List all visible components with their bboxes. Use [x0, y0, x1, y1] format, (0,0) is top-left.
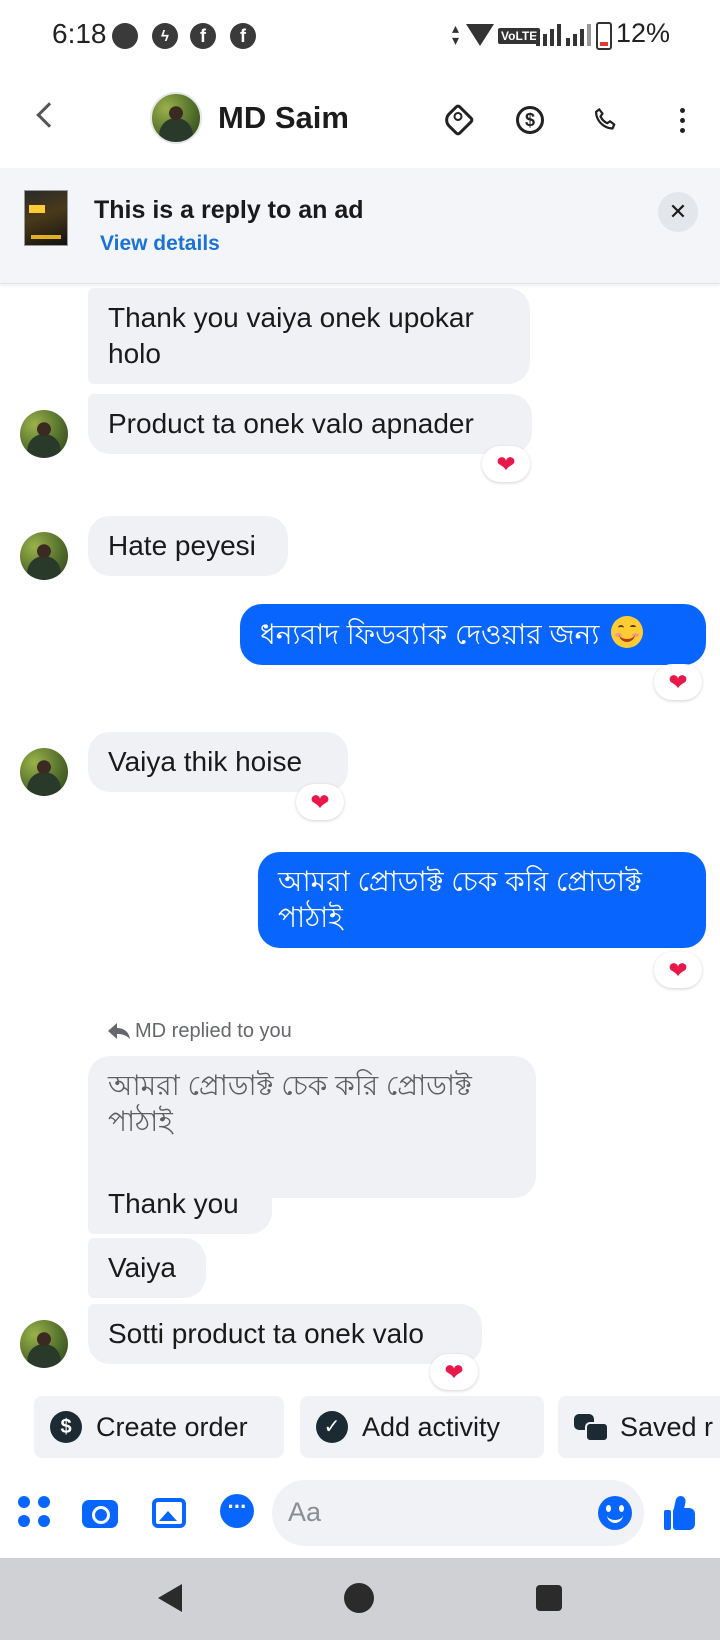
message-text: আমরা প্রোডাক্ট চেক করি প্রোডাক্ট পাঠাই: [278, 866, 642, 933]
message-bubble-incoming[interactable]: Vaiya thik hoise: [88, 732, 348, 792]
nav-home-icon[interactable]: [344, 1583, 374, 1613]
avatar[interactable]: [150, 92, 202, 144]
chip-label: Add activity: [362, 1411, 501, 1442]
gallery-icon[interactable]: [152, 1498, 186, 1528]
contact-name[interactable]: MD Saim: [218, 100, 349, 136]
reply-arrow-icon: [108, 1023, 130, 1039]
dot-icon: [112, 23, 138, 49]
heart-reaction-icon[interactable]: [296, 784, 344, 820]
status-bar: 6:18 ϟ f f ▴ ▾ VoLTE 12%: [0, 0, 720, 72]
chip-label: Saved r: [620, 1411, 714, 1442]
check-icon: ✓: [316, 1411, 348, 1443]
create-order-button[interactable]: $ Create order: [34, 1396, 284, 1458]
heart-reaction-icon[interactable]: [430, 1354, 478, 1390]
camera-icon[interactable]: [82, 1500, 118, 1528]
heart-reaction-icon[interactable]: [654, 664, 702, 700]
heart-reaction-icon[interactable]: [654, 952, 702, 988]
status-time: 6:18: [52, 18, 107, 49]
quoted-text: আমরা প্রোডাক্ট চেক করি প্রোডাক্ট পাঠাই: [108, 1070, 472, 1137]
volte-badge: VoLTE: [498, 28, 541, 44]
chat-bubbles-icon: [574, 1412, 609, 1442]
message-text: Thank you: [108, 1188, 239, 1219]
ad-thumbnail[interactable]: [24, 190, 68, 246]
message-bubble-incoming[interactable]: Product ta onek valo apnader: [88, 394, 532, 454]
message-bubble-outgoing[interactable]: আমরা প্রোডাক্ট চেক করি প্রোডাক্ট পাঠাই: [258, 852, 706, 948]
dollar-icon: $: [50, 1411, 82, 1443]
reply-label: MD replied to you: [135, 1020, 292, 1042]
message-bubble-incoming[interactable]: Hate peyesi: [88, 516, 288, 576]
apps-icon[interactable]: [16, 1494, 52, 1530]
message-text: ধন্যবাদ ফিডব্যাক দেওয়ার জন্য: [260, 619, 600, 650]
ad-banner-title: This is a reply to an ad: [94, 196, 364, 224]
chip-label: Create order: [96, 1411, 248, 1442]
wifi-icon: [466, 24, 494, 46]
message-text: Vaiya thik hoise: [108, 746, 303, 777]
message-bubble-incoming[interactable]: Vaiya: [88, 1238, 206, 1298]
signal-icon: [536, 24, 566, 46]
message-bubble-outgoing[interactable]: ধন্যবাদ ফিডব্যাক দেওয়ার জন্য: [240, 604, 706, 665]
close-icon[interactable]: ✕: [658, 192, 698, 232]
message-input[interactable]: Aa: [272, 1480, 644, 1546]
heart-reaction-icon[interactable]: [482, 446, 530, 482]
saved-replies-button[interactable]: Saved r: [558, 1396, 720, 1458]
facebook-icon: f: [190, 23, 216, 49]
add-activity-button[interactable]: ✓ Add activity: [300, 1396, 544, 1458]
message-input-placeholder: Aa: [288, 1497, 322, 1527]
battery-percent: 12%: [615, 18, 670, 48]
facebook-icon: f: [230, 23, 256, 49]
message-bubble-incoming[interactable]: Thank you vaiya onek upokar holo: [88, 288, 530, 384]
data-arrows-icon: ▴ ▾: [452, 20, 460, 48]
more-icon[interactable]: [660, 98, 704, 142]
dollar-icon[interactable]: $: [508, 98, 552, 142]
smiling-face-emoji-icon: [611, 616, 644, 648]
view-details-link[interactable]: View details: [100, 232, 220, 256]
system-nav-bar: [0, 1558, 720, 1640]
message-bubble-incoming[interactable]: Thank you: [88, 1174, 272, 1234]
message-bubble-incoming[interactable]: Sotti product ta onek valo: [88, 1304, 482, 1364]
avatar[interactable]: [20, 532, 68, 580]
message-text: Vaiya: [108, 1252, 176, 1283]
phone-icon[interactable]: [584, 98, 628, 142]
conversation-header: MD Saim $: [0, 72, 720, 168]
like-icon[interactable]: [662, 1494, 700, 1532]
battery-icon: [596, 22, 612, 50]
signal-icon: [566, 24, 596, 46]
back-icon[interactable]: [36, 102, 62, 128]
messenger-icon: ϟ: [152, 23, 178, 49]
nav-back-icon[interactable]: [158, 1584, 182, 1612]
avatar[interactable]: [20, 1320, 68, 1368]
quick-actions-bar: $ Create order ✓ Add activity Saved r: [0, 1396, 720, 1460]
messenger-icon[interactable]: ···: [220, 1494, 254, 1528]
message-text: Hate peyesi: [108, 530, 256, 561]
message-composer: ··· Aa: [0, 1474, 720, 1554]
avatar[interactable]: [20, 748, 68, 796]
message-text: Product ta onek valo apnader: [108, 408, 474, 439]
avatar[interactable]: [20, 410, 68, 458]
ad-reply-banner: This is a reply to an ad View details ✕: [0, 168, 720, 284]
nav-recents-icon[interactable]: [536, 1585, 562, 1611]
emoji-icon[interactable]: [598, 1496, 632, 1530]
message-text: Sotti product ta onek valo: [108, 1318, 424, 1349]
message-text: Thank you vaiya onek upokar holo: [108, 302, 474, 369]
tag-icon[interactable]: [436, 98, 480, 142]
